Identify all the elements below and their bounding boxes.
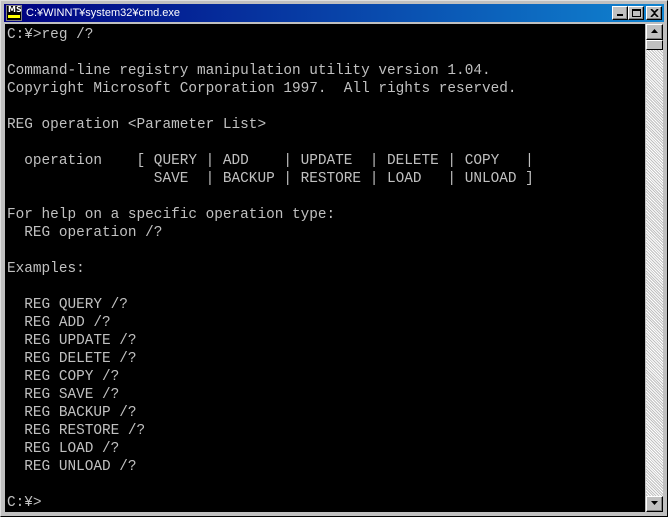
console-line: REG DELETE /?: [7, 351, 137, 367]
minimize-button[interactable]: [612, 6, 628, 20]
close-button[interactable]: [646, 6, 662, 20]
console-line: C:¥>reg /?: [7, 27, 94, 43]
close-icon: [650, 9, 659, 17]
title-buttons: [612, 6, 662, 20]
maximize-button[interactable]: [628, 6, 644, 20]
console-line: REG SAVE /?: [7, 387, 120, 403]
arrow-up-icon: [651, 29, 658, 33]
vertical-scrollbar[interactable]: [646, 24, 663, 512]
console-line: REG QUERY /?: [7, 297, 128, 313]
console-line: Copyright Microsoft Corporation 1997. Al…: [7, 81, 517, 97]
scroll-thumb[interactable]: [646, 40, 663, 50]
console-line: SAVE | BACKUP | RESTORE | LOAD | UNLOAD …: [7, 171, 534, 187]
scroll-up-button[interactable]: [646, 24, 663, 40]
console-output[interactable]: C:¥>reg /? Command-line registry manipula…: [5, 24, 645, 512]
console-line: REG LOAD /?: [7, 441, 120, 457]
scroll-down-button[interactable]: [646, 496, 663, 512]
window-title: C:¥WINNT¥system32¥cmd.exe: [26, 7, 181, 19]
title-bar[interactable]: MS C:¥WINNT¥system32¥cmd.exe: [4, 4, 664, 22]
console-text: C:¥>reg /? Command-line registry manipula…: [5, 24, 645, 512]
ms-dos-icon[interactable]: MS: [6, 5, 22, 21]
console-line: REG ADD /?: [7, 315, 111, 331]
console-line: Examples:: [7, 261, 85, 277]
console-line: REG COPY /?: [7, 369, 120, 385]
console-line: REG operation <Parameter List>: [7, 117, 267, 133]
console-line: Command-line registry manipulation utili…: [7, 63, 491, 79]
console-window: MS C:¥WINNT¥system32¥cmd.exe C:¥>reg /? C…: [0, 0, 668, 517]
console-line: REG BACKUP /?: [7, 405, 137, 421]
arrow-down-icon: [651, 501, 658, 505]
ms-dos-icon-bar: [8, 15, 20, 18]
console-line: REG RESTORE /?: [7, 423, 146, 439]
console-line: For help on a specific operation type:: [7, 207, 336, 223]
console-line: REG operation /?: [7, 225, 163, 241]
console-line: REG UPDATE /?: [7, 333, 137, 349]
console-line: REG UNLOAD /?: [7, 459, 137, 475]
console-prompt[interactable]: C:¥>: [7, 494, 645, 512]
ms-dos-icon-label: MS: [8, 5, 22, 14]
console-line: operation [ QUERY | ADD | UPDATE | DELET…: [7, 153, 534, 169]
